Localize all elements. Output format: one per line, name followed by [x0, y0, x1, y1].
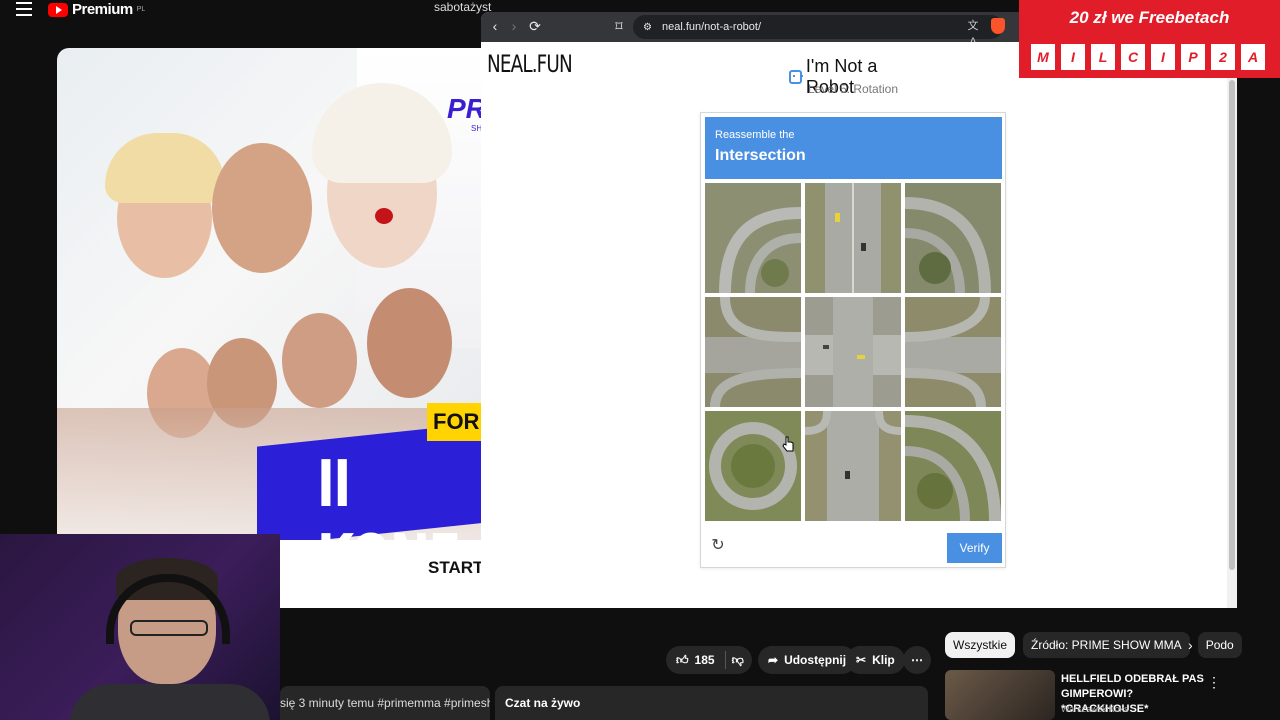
glasses — [130, 620, 208, 636]
webpage: NEAL.FUN I'm Not a Robot Level 5: Rotati… — [481, 42, 1227, 608]
captcha-tile[interactable] — [705, 411, 801, 521]
webcam-overlay — [0, 534, 280, 720]
fighter-face — [367, 288, 452, 398]
promo-title: 20 zł we Freebetach — [1069, 8, 1230, 27]
scissors-icon: ✂ — [856, 653, 867, 667]
promo-letter: I — [1061, 44, 1085, 70]
chip-all[interactable]: Wszystkie — [945, 632, 1015, 658]
captcha-tile[interactable] — [705, 183, 801, 293]
like-count: 185 — [694, 653, 715, 667]
promo-letter: I — [1151, 44, 1175, 70]
video-player[interactable]: PR SH FOR II KONF — [57, 48, 487, 608]
recommended-channel[interactable]: WarszawskiKoks — [1061, 704, 1129, 714]
related-filter-chips: Wszystkie Źródło: PRIME SHOW MMA Podo — [945, 632, 1242, 658]
chip-related[interactable]: Podo — [1197, 632, 1242, 658]
bookmark-icon[interactable]: ⌑ — [611, 18, 627, 34]
browser-window: ‹ › ⟳ ⌑ ⚙ neal.fun/not-a-robot/ 文A NEAL.… — [481, 12, 1237, 608]
level-label: Level 5: Rotation — [807, 82, 899, 96]
back-arrow-icon[interactable]: ‹ — [487, 18, 503, 34]
youtube-logo-text: Premium — [72, 1, 133, 18]
recommended-thumbnail[interactable] — [945, 670, 1055, 720]
like-button[interactable]: 👍︎ 185 👎︎ — [666, 646, 752, 674]
share-label: Udostępnij — [784, 653, 847, 667]
promo-letter: M — [1031, 44, 1055, 70]
fighter-face — [212, 143, 312, 273]
site-info-icon[interactable]: ⚙ — [643, 22, 652, 33]
clip-label: Klip — [872, 653, 895, 667]
like-divider — [724, 651, 726, 669]
fighter-hair — [105, 133, 225, 203]
recommended-video[interactable]: HELLFIELD ODEBRAŁ PAS GIMPEROWI? *CRACKH… — [945, 670, 1265, 720]
more-icon: ⋯ — [911, 653, 923, 667]
captcha-tile[interactable] — [805, 411, 901, 521]
thumbnail-badge: FOR — [427, 403, 487, 441]
thumbs-up-icon: 👍︎ — [676, 652, 689, 667]
hamburger-menu-icon[interactable] — [16, 2, 32, 16]
youtube-play-icon — [48, 2, 68, 17]
brave-shield-icon[interactable] — [991, 18, 1005, 34]
share-button[interactable]: ➦ Udostępnij — [758, 646, 857, 674]
captcha-box: Reassemble the Intersection ↻ Verify — [700, 112, 1006, 568]
address-bar[interactable]: ⚙ neal.fun/not-a-robot/ — [633, 15, 1003, 39]
red-lips — [375, 208, 393, 224]
kebab-menu-icon[interactable]: ⋮ — [1207, 674, 1221, 691]
clip-button[interactable]: ✂ Klip — [846, 646, 905, 674]
url-text[interactable]: neal.fun/not-a-robot/ — [662, 21, 761, 33]
promo-code: M I L C I P 2 A — [1031, 44, 1265, 70]
refresh-icon[interactable]: ↻ — [709, 537, 727, 555]
more-actions-button[interactable]: ⋯ — [903, 646, 931, 674]
youtube-logo[interactable]: Premium PL — [48, 1, 145, 18]
hand-cursor-icon — [782, 436, 794, 452]
live-chat-tab[interactable]: Czat na żywo — [495, 686, 928, 720]
page-scrollbar[interactable] — [1227, 42, 1237, 608]
video-meta[interactable]: się 3 minuty temu #primemma #primeshowmm — [280, 686, 490, 720]
captcha-header: Reassemble the Intersection — [705, 117, 1002, 179]
reload-icon[interactable]: ⟳ — [527, 18, 543, 34]
translate-icon[interactable]: 文A — [965, 18, 981, 48]
forward-arrow-icon[interactable]: › — [506, 18, 522, 34]
promo-banner: 20 zł we Freebetach M I L C I P 2 A — [1019, 0, 1280, 78]
site-logo[interactable]: NEAL.FUN — [487, 50, 573, 78]
chevron-right-icon[interactable]: › — [1188, 637, 1193, 653]
captcha-tile[interactable] — [905, 297, 1001, 407]
captcha-tile[interactable] — [805, 297, 901, 407]
captcha-grid — [705, 183, 1002, 523]
promo-letter: L — [1091, 44, 1115, 70]
captcha-instruction: Reassemble the — [715, 129, 795, 141]
captcha-tile[interactable] — [905, 183, 1001, 293]
chip-source[interactable]: Źródło: PRIME SHOW MMA — [1023, 632, 1190, 658]
promo-letter: 2 — [1211, 44, 1235, 70]
promo-letter: A — [1241, 44, 1265, 70]
streamer-body — [70, 684, 270, 720]
promo-letter: C — [1121, 44, 1145, 70]
fighter-face — [282, 313, 357, 408]
thumbs-down-icon[interactable]: 👎︎ — [732, 653, 744, 668]
captcha-target: Intersection — [715, 147, 806, 164]
share-icon: ➦ — [768, 653, 779, 667]
verify-button[interactable]: Verify — [947, 533, 1002, 563]
captcha-tile[interactable] — [805, 183, 901, 293]
promo-letter: P — [1181, 44, 1205, 70]
youtube-logo-region: PL — [136, 6, 146, 13]
captcha-tile[interactable] — [905, 411, 1001, 521]
captcha-tile[interactable] — [705, 297, 801, 407]
scrollbar-thumb[interactable] — [1229, 80, 1235, 570]
